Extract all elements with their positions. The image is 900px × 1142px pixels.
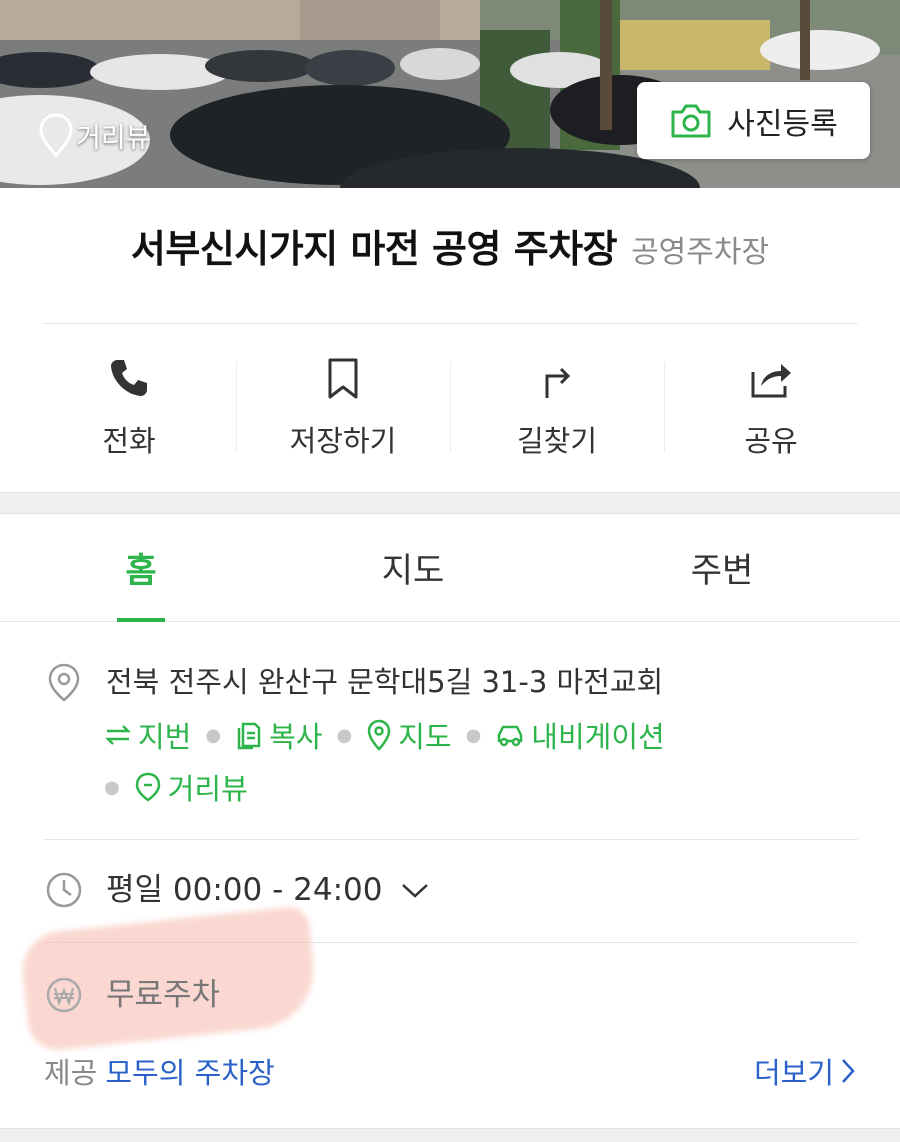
roadview-pin-icon bbox=[39, 113, 73, 158]
address-links-row-2: ● 거리뷰 bbox=[104, 766, 248, 808]
camera-icon bbox=[671, 104, 711, 137]
address-links-row-1: 지번 ● 복사 ● 지도 ● 내비게이션 bbox=[104, 714, 665, 756]
lot-number-link[interactable]: 지번 bbox=[104, 714, 191, 756]
location-icon bbox=[48, 663, 80, 702]
share-icon bbox=[751, 364, 791, 398]
separator-dot: ● bbox=[104, 776, 120, 798]
hero-photo[interactable]: 거리뷰 사진등록 bbox=[0, 0, 900, 188]
swap-icon bbox=[104, 725, 132, 745]
call-button[interactable]: 전화 bbox=[22, 340, 236, 470]
roadview-icon bbox=[135, 772, 160, 802]
address-text: 전북 전주시 완산구 문학대5길 31-3 마전교회 bbox=[106, 665, 664, 699]
chevron-right-icon bbox=[842, 1059, 855, 1083]
place-category: 공영주차장 bbox=[631, 235, 770, 270]
map-label: 지도 bbox=[398, 720, 452, 754]
more-link[interactable]: 더보기 bbox=[754, 1050, 856, 1092]
price-row: 무료주차 bbox=[44, 975, 220, 1015]
chevron-down-icon[interactable] bbox=[400, 880, 430, 900]
more-label: 더보기 bbox=[753, 1056, 834, 1090]
hours-text: 평일 00:00 - 24:00 bbox=[106, 872, 383, 908]
tab-map-label: 지도 bbox=[381, 551, 445, 591]
copy-link[interactable]: 복사 bbox=[235, 714, 322, 756]
directions-label: 길찾기 bbox=[516, 424, 598, 458]
roadview-label: 거리뷰 bbox=[76, 122, 151, 154]
phone-icon bbox=[111, 360, 147, 396]
roadview-link[interactable]: 거리뷰 bbox=[134, 766, 248, 808]
directions-icon bbox=[545, 367, 571, 398]
register-photo-button[interactable]: 사진등록 bbox=[637, 82, 870, 159]
won-icon bbox=[46, 977, 82, 1013]
tab-map[interactable]: 지도 bbox=[282, 514, 544, 621]
action-bar: 전화 저장하기 길찾기 공유 bbox=[22, 340, 878, 470]
separator-dot: ● bbox=[465, 724, 482, 746]
copy-label: 복사 bbox=[269, 720, 323, 754]
car-icon bbox=[498, 725, 523, 747]
separator-dot: ● bbox=[205, 724, 222, 746]
section-separator bbox=[0, 492, 900, 514]
navigation-link[interactable]: 내비게이션 bbox=[495, 714, 665, 756]
share-button[interactable]: 공유 bbox=[664, 340, 878, 470]
call-label: 전화 bbox=[102, 424, 156, 458]
section-separator bbox=[0, 1128, 900, 1142]
provider-prefix: 제공 bbox=[44, 1056, 98, 1090]
map-pin-icon bbox=[367, 719, 391, 751]
tab-home-label: 홈 bbox=[125, 551, 157, 591]
share-label: 공유 bbox=[744, 424, 798, 458]
tab-nearby[interactable]: 주변 bbox=[544, 514, 900, 621]
navigation-label: 내비게이션 bbox=[531, 720, 665, 754]
register-photo-label: 사진등록 bbox=[727, 106, 838, 142]
place-name: 서부신시가지 마전 공영 주차장 bbox=[130, 227, 618, 271]
save-label: 저장하기 bbox=[289, 424, 397, 458]
divider bbox=[44, 839, 858, 840]
price-text: 무료주차 bbox=[106, 977, 221, 1013]
divider bbox=[44, 323, 858, 324]
map-link[interactable]: 지도 bbox=[366, 714, 452, 756]
tab-nearby-label: 주변 bbox=[690, 551, 754, 591]
tab-bar: 홈 지도 주변 bbox=[0, 514, 900, 622]
clock-icon bbox=[46, 872, 82, 908]
hours-row[interactable]: 평일 00:00 - 24:00 bbox=[44, 870, 430, 910]
lot-number-label: 지번 bbox=[138, 720, 192, 754]
provider-credit: 제공 모두의 주차장 bbox=[44, 1050, 275, 1092]
place-header: 서부신시가지 마전 공영 주차장 공영주차장 bbox=[0, 218, 900, 273]
provider-link[interactable]: 모두의 주차장 bbox=[105, 1056, 274, 1090]
save-button[interactable]: 저장하기 bbox=[236, 340, 450, 470]
bookmark-icon bbox=[328, 358, 358, 399]
tab-home[interactable]: 홈 bbox=[0, 514, 282, 621]
separator-dot: ● bbox=[336, 724, 353, 746]
roadview-badge[interactable]: 거리뷰 bbox=[38, 112, 151, 158]
directions-button[interactable]: 길찾기 bbox=[450, 340, 664, 470]
copy-icon bbox=[237, 722, 261, 750]
roadview-link-label: 거리뷰 bbox=[167, 772, 248, 806]
address-row: 전북 전주시 완산구 문학대5길 31-3 마전교회 bbox=[44, 662, 663, 702]
